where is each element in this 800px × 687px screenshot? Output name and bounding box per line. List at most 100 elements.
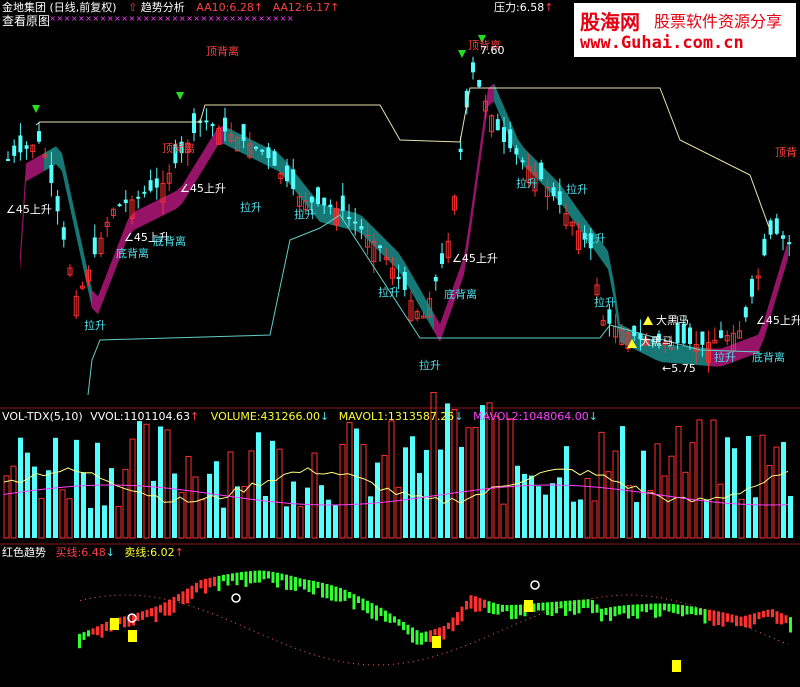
trend-bar <box>384 610 387 622</box>
trend-bar <box>690 606 693 615</box>
volume-bar <box>319 485 324 538</box>
candle-body <box>309 196 314 203</box>
candle-body <box>254 146 258 149</box>
ma-ribbon-segment <box>500 97 506 130</box>
volume-bar <box>207 473 212 538</box>
trend-bar <box>213 576 216 587</box>
ma-ribbon-segment <box>608 251 614 300</box>
trend-bar <box>177 594 180 602</box>
trend-bar <box>375 605 378 621</box>
guhai-logo: 股海网 股票软件资源分享 www.Guhai.com.cn <box>574 3 796 57</box>
volume-bar <box>515 465 520 538</box>
candle-body <box>285 165 289 182</box>
volume-bar <box>704 499 709 538</box>
trend-bar <box>748 614 752 629</box>
trend-bar <box>294 577 297 591</box>
volume-bar <box>143 423 150 539</box>
buy-line-value: 买线:6.48 <box>55 546 106 559</box>
trend-bar <box>429 630 432 643</box>
trend-bar <box>546 602 549 616</box>
buy-arrow-icon <box>32 105 40 113</box>
candle-body <box>402 271 407 290</box>
trend-bar <box>649 603 653 610</box>
pull-up-label: 拉升 <box>84 319 106 332</box>
trend-bar <box>577 599 581 614</box>
trend-bar <box>645 603 648 613</box>
ma-ribbon-segment <box>194 156 200 185</box>
ma-ribbon-segment <box>770 280 776 319</box>
trend-bar <box>145 609 149 618</box>
volume-value: VOLUME:431266.00 <box>210 410 321 423</box>
logo-url: www.Guhai.com.cn <box>580 33 744 53</box>
volume-bar <box>661 475 668 539</box>
ma-ribbon-segment <box>416 282 422 311</box>
down-arrow-icon: ↓ <box>320 410 330 423</box>
candle-body <box>719 330 723 338</box>
view-original-link[interactable]: 查看原图 <box>2 14 51 28</box>
candle-body <box>210 124 215 127</box>
trend-bar <box>262 570 266 580</box>
candle-body <box>6 159 10 162</box>
trend-bar <box>595 604 599 613</box>
volume-bar <box>10 465 17 539</box>
trend-bar <box>208 577 212 588</box>
trend-bar <box>420 632 423 645</box>
volume-bar <box>32 466 37 538</box>
trend-bar <box>307 580 311 593</box>
trend-bar <box>658 603 662 617</box>
volume-bar <box>738 498 745 539</box>
volume-bar <box>129 438 136 539</box>
trend-bar <box>771 609 774 618</box>
volume-bar <box>759 434 766 539</box>
volume-bar <box>620 426 625 538</box>
trend-bar <box>163 602 167 616</box>
trend-bar <box>357 596 360 604</box>
trend-bar <box>195 582 198 593</box>
pull-up-label: 拉升 <box>594 296 616 309</box>
ma-ribbon-segment <box>68 180 74 226</box>
ma-ribbon-segment <box>56 146 62 172</box>
candle-body <box>477 80 482 87</box>
volume-bar <box>115 505 122 539</box>
pull-up-label: 拉升 <box>566 183 588 196</box>
signal-block <box>672 660 681 672</box>
candle-body <box>18 135 23 153</box>
volume-bar <box>493 415 500 539</box>
trend-bar <box>271 571 275 583</box>
trend-bar <box>352 594 356 610</box>
trend-bar <box>775 611 779 624</box>
trend-bar <box>78 633 81 649</box>
candle-body <box>192 113 196 133</box>
trend-bar <box>402 622 405 631</box>
volume-bar <box>214 461 219 538</box>
trend-bar <box>231 573 234 581</box>
volume-bar <box>291 481 296 538</box>
volume-bar <box>311 452 318 539</box>
price-chart-canvas[interactable] <box>0 0 800 687</box>
volume-bar <box>500 503 507 539</box>
trend-bar <box>510 604 513 620</box>
trend-bar <box>168 599 171 616</box>
trend-bar <box>654 603 657 618</box>
volume-bar <box>263 495 268 538</box>
trend-bar <box>186 588 189 604</box>
ma-ribbon-segment <box>20 163 26 272</box>
trend-bar <box>640 604 644 612</box>
candle-body <box>495 119 500 131</box>
trend-bar <box>744 615 747 628</box>
volume-bar <box>199 499 206 539</box>
angle-rise-label: ∠45上升 <box>180 182 226 195</box>
trend-bar <box>312 580 315 595</box>
volume-indicator-title: VOL-TDX(5,10) <box>2 410 83 423</box>
trend-bar <box>699 608 702 615</box>
trend-bar <box>240 572 243 580</box>
ma-ribbon-segment <box>674 345 680 364</box>
volume-bar <box>641 450 646 538</box>
volume-bar <box>381 455 388 539</box>
angle-rise-label: ∠45上升 <box>6 203 52 216</box>
volume-bar <box>626 485 633 539</box>
volume-bar <box>164 429 171 539</box>
volume-bar <box>480 405 485 538</box>
trend-bar <box>217 575 221 591</box>
trend-bar <box>276 572 279 588</box>
